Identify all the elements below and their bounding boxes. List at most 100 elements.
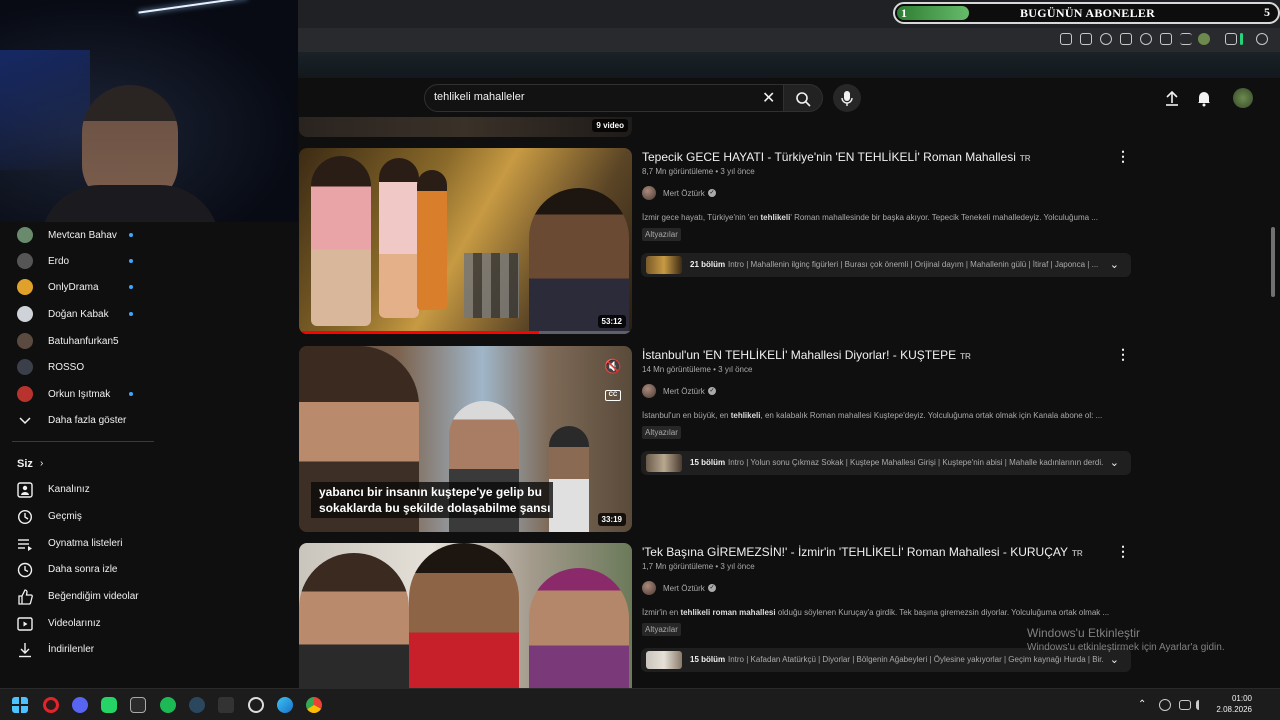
- channel-name[interactable]: Mert Öztürk: [663, 387, 705, 396]
- network-icon[interactable]: [1179, 700, 1191, 710]
- activation-watermark: Windows'u Etkinleştir Windows'u etkinleş…: [1027, 626, 1225, 653]
- channel-avatar: [17, 306, 33, 322]
- opera-icon[interactable]: [43, 697, 59, 713]
- person-figure: [409, 543, 519, 688]
- windows-start-icon[interactable]: [12, 697, 28, 713]
- show-more-button[interactable]: Daha fazla göster: [0, 408, 150, 434]
- clock-date[interactable]: 2.08.2026: [1212, 705, 1252, 714]
- app-icon[interactable]: [130, 697, 146, 713]
- chapters-row[interactable]: 21 bölüm Intro | Mahallenin ilginç figür…: [641, 253, 1131, 277]
- chapter-thumbnail: [646, 454, 682, 472]
- more-options-icon[interactable]: ⋮: [1116, 346, 1130, 363]
- video-count-badge: 9 video: [592, 119, 628, 132]
- clock-time[interactable]: 01:00: [1212, 694, 1252, 703]
- spotify-icon[interactable]: [160, 697, 176, 713]
- new-content-dot: [129, 312, 133, 316]
- profile-icon[interactable]: [1198, 33, 1210, 45]
- duration-badge: 33:19: [597, 513, 626, 526]
- ai-icon[interactable]: [1256, 33, 1268, 45]
- channel-avatar[interactable]: [642, 384, 656, 398]
- edit-icon[interactable]: [1060, 33, 1072, 45]
- sidebar-item-downloads[interactable]: İndirilenler: [0, 637, 150, 663]
- chapters-row[interactable]: 15 bölüm Intro | Yolun sonu Çıkmaz Sokak…: [641, 451, 1131, 475]
- more-options-icon[interactable]: ⋮: [1116, 148, 1130, 165]
- chevron-down-icon[interactable]: ⌄: [1110, 653, 1119, 666]
- upload-icon[interactable]: [1163, 89, 1181, 107]
- verified-icon: ✓: [708, 189, 716, 197]
- more-options-icon[interactable]: ⋮: [1116, 543, 1130, 560]
- subscription-item[interactable]: Batuhanfurkan5: [0, 328, 150, 354]
- channel-avatar[interactable]: [642, 581, 656, 595]
- subscription-name: Batuhanfurkan5: [48, 335, 119, 347]
- channel-avatar: [17, 279, 33, 295]
- cc-button[interactable]: CC: [605, 390, 621, 401]
- clear-icon[interactable]: ✕: [762, 88, 775, 108]
- channel-name[interactable]: Mert Öztürk: [663, 189, 705, 198]
- channel-avatar[interactable]: [642, 186, 656, 200]
- avatar[interactable]: [1233, 88, 1253, 108]
- video-thumbnail[interactable]: 53:12: [299, 148, 632, 334]
- description-text: olduğu söylenen Kuruçay'a girdik. Tek ba…: [775, 608, 1110, 617]
- download-icon[interactable]: [1160, 33, 1172, 45]
- video-result[interactable]: 53:12 Tepecik GECE HAYATI - Türkiye'nin …: [299, 148, 1139, 334]
- edge-icon[interactable]: [277, 697, 293, 713]
- sidebar-item-playlists[interactable]: Oynatma listeleri: [0, 531, 150, 557]
- video-result[interactable]: 🔇 CC yabancı bir insanın kuştepe'ye geli…: [299, 346, 1139, 532]
- discord-icon[interactable]: [72, 697, 88, 713]
- sidebar-item-history[interactable]: Geçmiş: [0, 504, 150, 530]
- whatsapp-icon[interactable]: [101, 697, 117, 713]
- scrollbar[interactable]: [1271, 227, 1275, 297]
- streamer-body: [40, 185, 220, 222]
- chevron-down-icon[interactable]: ⌄: [1110, 456, 1119, 469]
- volume-icon[interactable]: [1196, 700, 1206, 710]
- sidebar-item-watch-later[interactable]: Daha sonra izle: [0, 557, 150, 583]
- chevron-down-icon: [19, 417, 31, 425]
- sidebar-item-liked-videos[interactable]: Beğendiğim videolar: [0, 584, 150, 610]
- mute-icon[interactable]: 🔇: [604, 358, 621, 375]
- play-icon[interactable]: [1120, 33, 1132, 45]
- video-title[interactable]: İstanbul'un 'EN TEHLİKELİ' Mahallesi Diy…: [642, 348, 971, 362]
- channel-avatar: [17, 253, 33, 269]
- sidebar-item-your-channel[interactable]: Kanalınız: [0, 477, 150, 503]
- heart-icon[interactable]: [1140, 33, 1152, 45]
- steam-icon[interactable]: [189, 697, 205, 713]
- voice-search-button[interactable]: [833, 84, 861, 112]
- obs-icon[interactable]: [248, 697, 264, 713]
- video-thumbnail[interactable]: [299, 543, 632, 688]
- extension-icon[interactable]: [1225, 33, 1237, 45]
- video-thumbnail[interactable]: 🔇 CC yabancı bir insanın kuştepe'ye geli…: [299, 346, 632, 532]
- subscription-item[interactable]: Doğan Kabak: [0, 301, 150, 327]
- camera-icon[interactable]: [1080, 33, 1092, 45]
- person-figure: [529, 568, 629, 688]
- search-button[interactable]: [783, 84, 823, 112]
- bell-icon[interactable]: [1195, 89, 1213, 107]
- description-text: İzmir'in en: [642, 608, 681, 617]
- search-query[interactable]: tehlikeli mahalleler: [434, 91, 525, 103]
- divider: [12, 441, 154, 442]
- subscription-item[interactable]: Erdo: [0, 248, 150, 274]
- tray-icon[interactable]: [1159, 699, 1171, 711]
- subscription-item[interactable]: ROSSO: [0, 354, 150, 380]
- subscription-item[interactable]: Orkun Işıtmak: [0, 381, 150, 407]
- chevron-up-icon[interactable]: ⌃: [1138, 699, 1146, 710]
- video-title[interactable]: Tepecik GECE HAYATI - Türkiye'nin 'EN TE…: [642, 150, 1031, 164]
- menu-icon[interactable]: [1180, 33, 1192, 45]
- subscription-name: ROSSO: [48, 361, 85, 373]
- shield-icon[interactable]: [1100, 33, 1112, 45]
- sidebar-item-label: Beğendiğim videolar: [48, 591, 139, 602]
- webcam-overlay: [0, 0, 298, 222]
- chrome-icon[interactable]: [306, 697, 322, 713]
- epic-games-icon[interactable]: [218, 697, 234, 713]
- sidebar-item-your-videos[interactable]: Videolarınız: [0, 611, 150, 637]
- verified-icon: ✓: [708, 584, 716, 592]
- channel-name[interactable]: Mert Öztürk: [663, 584, 705, 593]
- you-section-header[interactable]: Siz: [17, 458, 33, 470]
- subtitle-line: yabancı bir insanın kuştepe'ye gelip bu: [319, 485, 542, 499]
- playlist-thumbnail[interactable]: 9 video: [299, 117, 632, 137]
- green-indicator-icon: [1240, 33, 1243, 45]
- subscription-item[interactable]: OnlyDrama: [0, 274, 150, 300]
- video-title[interactable]: 'Tek Başına GİREMEZSİN!' - İzmir'in 'TEH…: [642, 545, 1083, 559]
- subscription-item[interactable]: Mevtcan Bahav: [0, 222, 150, 248]
- chevron-down-icon[interactable]: ⌄: [1110, 258, 1119, 271]
- video-result[interactable]: 'Tek Başına GİREMEZSİN!' - İzmir'in 'TEH…: [299, 543, 1139, 688]
